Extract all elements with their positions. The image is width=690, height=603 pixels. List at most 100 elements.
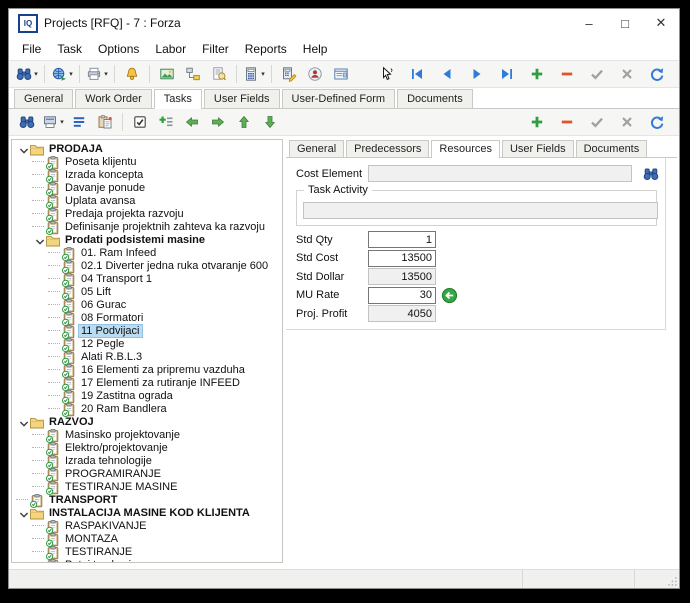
- find-button[interactable]: [14, 111, 40, 133]
- calc-edit-button[interactable]: [276, 63, 302, 85]
- tab-work-order[interactable]: Work Order: [75, 89, 152, 108]
- tree-item-19-zastitna-ograda[interactable]: 19 Zastitna ograda: [12, 389, 282, 402]
- post-button[interactable]: [584, 111, 610, 133]
- menu-reports[interactable]: Reports: [237, 39, 295, 59]
- menu-filter[interactable]: Filter: [194, 39, 237, 59]
- tree-item-transport[interactable]: TRANSPORT: [12, 493, 282, 506]
- images-button[interactable]: [154, 63, 180, 85]
- tree-item-testiranje-masine[interactable]: TESTIRANJE MASINE: [12, 480, 282, 493]
- tree-item-masinsko-projektovanje[interactable]: Masinsko projektovanje: [12, 428, 282, 441]
- tree-item-16-elementi-za-pripremu-vazduha[interactable]: 16 Elementi za pripremu vazduha: [12, 363, 282, 376]
- menu-options[interactable]: Options: [90, 39, 147, 59]
- tree-item-06-gurac[interactable]: 06 Gurac: [12, 298, 282, 311]
- cancel-button[interactable]: [614, 111, 640, 133]
- tab-user-fields[interactable]: User Fields: [204, 89, 280, 108]
- tree-item-testiranje[interactable]: TESTIRANJE: [12, 545, 282, 558]
- tab-resources[interactable]: Resources: [431, 140, 500, 158]
- tree-item-uplata-avansa[interactable]: Uplata avansa: [12, 194, 282, 207]
- nav-next-button[interactable]: [464, 63, 490, 85]
- tree-item-poseta-klijentu[interactable]: Poseta klijentu: [12, 155, 282, 168]
- arrow-down-button[interactable]: [257, 111, 283, 133]
- dropdown-arrow-icon[interactable]: ▾: [60, 118, 64, 126]
- preview-button[interactable]: [206, 63, 232, 85]
- menu-labor[interactable]: Labor: [147, 39, 194, 59]
- mu-rate-input[interactable]: [368, 287, 436, 304]
- arrow-up-button[interactable]: [231, 111, 257, 133]
- nav-prev-button[interactable]: [434, 63, 460, 85]
- nav-first-button[interactable]: [404, 63, 430, 85]
- bell-button[interactable]: [119, 63, 145, 85]
- tree-item-elektro-projektovanje[interactable]: Elektro/projektovanje: [12, 441, 282, 454]
- form-button[interactable]: [328, 63, 354, 85]
- std-cost-input[interactable]: [368, 250, 436, 267]
- tree-item-12-pegle[interactable]: 12 Pegle: [12, 337, 282, 350]
- paste-button[interactable]: [92, 111, 118, 133]
- tree-item-08-formatori[interactable]: 08 Formatori: [12, 311, 282, 324]
- user-button[interactable]: [302, 63, 328, 85]
- refresh-button[interactable]: [644, 111, 670, 133]
- tree-item-prodaja[interactable]: PRODAJA: [12, 142, 282, 155]
- dropdown-arrow-icon[interactable]: ▾: [104, 70, 108, 78]
- find-button[interactable]: ▾: [14, 63, 40, 85]
- tree-item-05-lift[interactable]: 05 Lift: [12, 285, 282, 298]
- menu-help[interactable]: Help: [295, 39, 336, 59]
- outline-button[interactable]: [66, 111, 92, 133]
- dropdown-arrow-icon[interactable]: ▾: [34, 70, 38, 78]
- tab-user-defined-form[interactable]: User-Defined Form: [282, 89, 396, 108]
- post-button[interactable]: [584, 63, 610, 85]
- globe-sync-button[interactable]: ▾: [49, 63, 75, 85]
- dropdown-arrow-icon[interactable]: ▾: [261, 70, 265, 78]
- refresh-button[interactable]: [644, 63, 670, 85]
- minimize-button[interactable]: –: [571, 9, 607, 37]
- tree-item-instalacija-masine-kod-klijenta[interactable]: INSTALACIJA MASINE KOD KLIJENTA: [12, 506, 282, 519]
- pointer-button[interactable]: [374, 63, 400, 85]
- tree-item-montaza[interactable]: MONTAZA: [12, 532, 282, 545]
- add-button[interactable]: [524, 111, 550, 133]
- arrow-left-button[interactable]: [179, 111, 205, 133]
- std-qty-input[interactable]: [368, 231, 436, 248]
- tree-item-02-1-diverter-jedna-ruka-otvaranje-600[interactable]: 02.1 Diverter jedna ruka otvaranje 600: [12, 259, 282, 272]
- tree-item-razvoj[interactable]: RAZVOJ: [12, 415, 282, 428]
- print-button[interactable]: ▾: [84, 63, 110, 85]
- tree-item-17-elementi-za-rutiranje-infeed[interactable]: 17 Elementi za rutiranje INFEED: [12, 376, 282, 389]
- tree-item-alati-r-b-l-3[interactable]: Alati R.B.L.3: [12, 350, 282, 363]
- nav-last-button[interactable]: [494, 63, 520, 85]
- tab-general[interactable]: General: [289, 140, 344, 157]
- close-button[interactable]: ✕: [643, 9, 679, 37]
- menu-file[interactable]: File: [14, 39, 49, 59]
- hierarchy-button[interactable]: [180, 63, 206, 85]
- cancel-button[interactable]: [614, 63, 640, 85]
- delete-button[interactable]: [554, 63, 580, 85]
- print-layout-button[interactable]: ▾: [40, 111, 66, 133]
- tab-predecessors[interactable]: Predecessors: [346, 140, 429, 157]
- resize-grip[interactable]: [666, 575, 678, 587]
- tree-item-definisanje-projektnih-zahteva-ka-razvoju[interactable]: Definisanje projektnih zahteva ka razvoj…: [12, 220, 282, 233]
- expander[interactable]: [16, 507, 29, 519]
- expander[interactable]: [32, 234, 45, 246]
- add-button[interactable]: [524, 63, 550, 85]
- tab-general[interactable]: General: [14, 89, 73, 108]
- tree-item-izrada-koncepta[interactable]: Izrada koncepta: [12, 168, 282, 181]
- tree-item-11-podvijaci[interactable]: 11 Podvijaci: [12, 324, 282, 337]
- mu-rate-apply-button[interactable]: [441, 287, 458, 304]
- maximize-button[interactable]: □: [607, 9, 643, 37]
- tree-item-04-transport-1[interactable]: 04 Transport 1: [12, 272, 282, 285]
- dropdown-arrow-icon[interactable]: ▾: [69, 70, 73, 78]
- delete-button[interactable]: [554, 111, 580, 133]
- expander[interactable]: [16, 143, 29, 155]
- expander[interactable]: [16, 416, 29, 428]
- tab-documents[interactable]: Documents: [576, 140, 648, 157]
- tab-tasks[interactable]: Tasks: [154, 89, 202, 109]
- tree-item-davanje-ponude[interactable]: Davanje ponude: [12, 181, 282, 194]
- tab-documents[interactable]: Documents: [397, 89, 473, 108]
- calculator-button[interactable]: ▾: [241, 63, 267, 85]
- insert-task-button[interactable]: [153, 111, 179, 133]
- arrow-right-button[interactable]: [205, 111, 231, 133]
- cost-element-find-button[interactable]: [641, 165, 661, 183]
- tree-item-putni-troskovi[interactable]: Putni troskovi: [12, 558, 282, 563]
- tree-item-prodati-podsistemi-masine[interactable]: Prodati podsistemi masine: [12, 233, 282, 246]
- tree-item-predaja-projekta-razvoju[interactable]: Predaja projekta razvoju: [12, 207, 282, 220]
- tree-item-20-ram-bandlera[interactable]: 20 Ram Bandlera: [12, 402, 282, 415]
- checklist-button[interactable]: [127, 111, 153, 133]
- tree-item-izrada-tehnologije[interactable]: Izrada tehnologije: [12, 454, 282, 467]
